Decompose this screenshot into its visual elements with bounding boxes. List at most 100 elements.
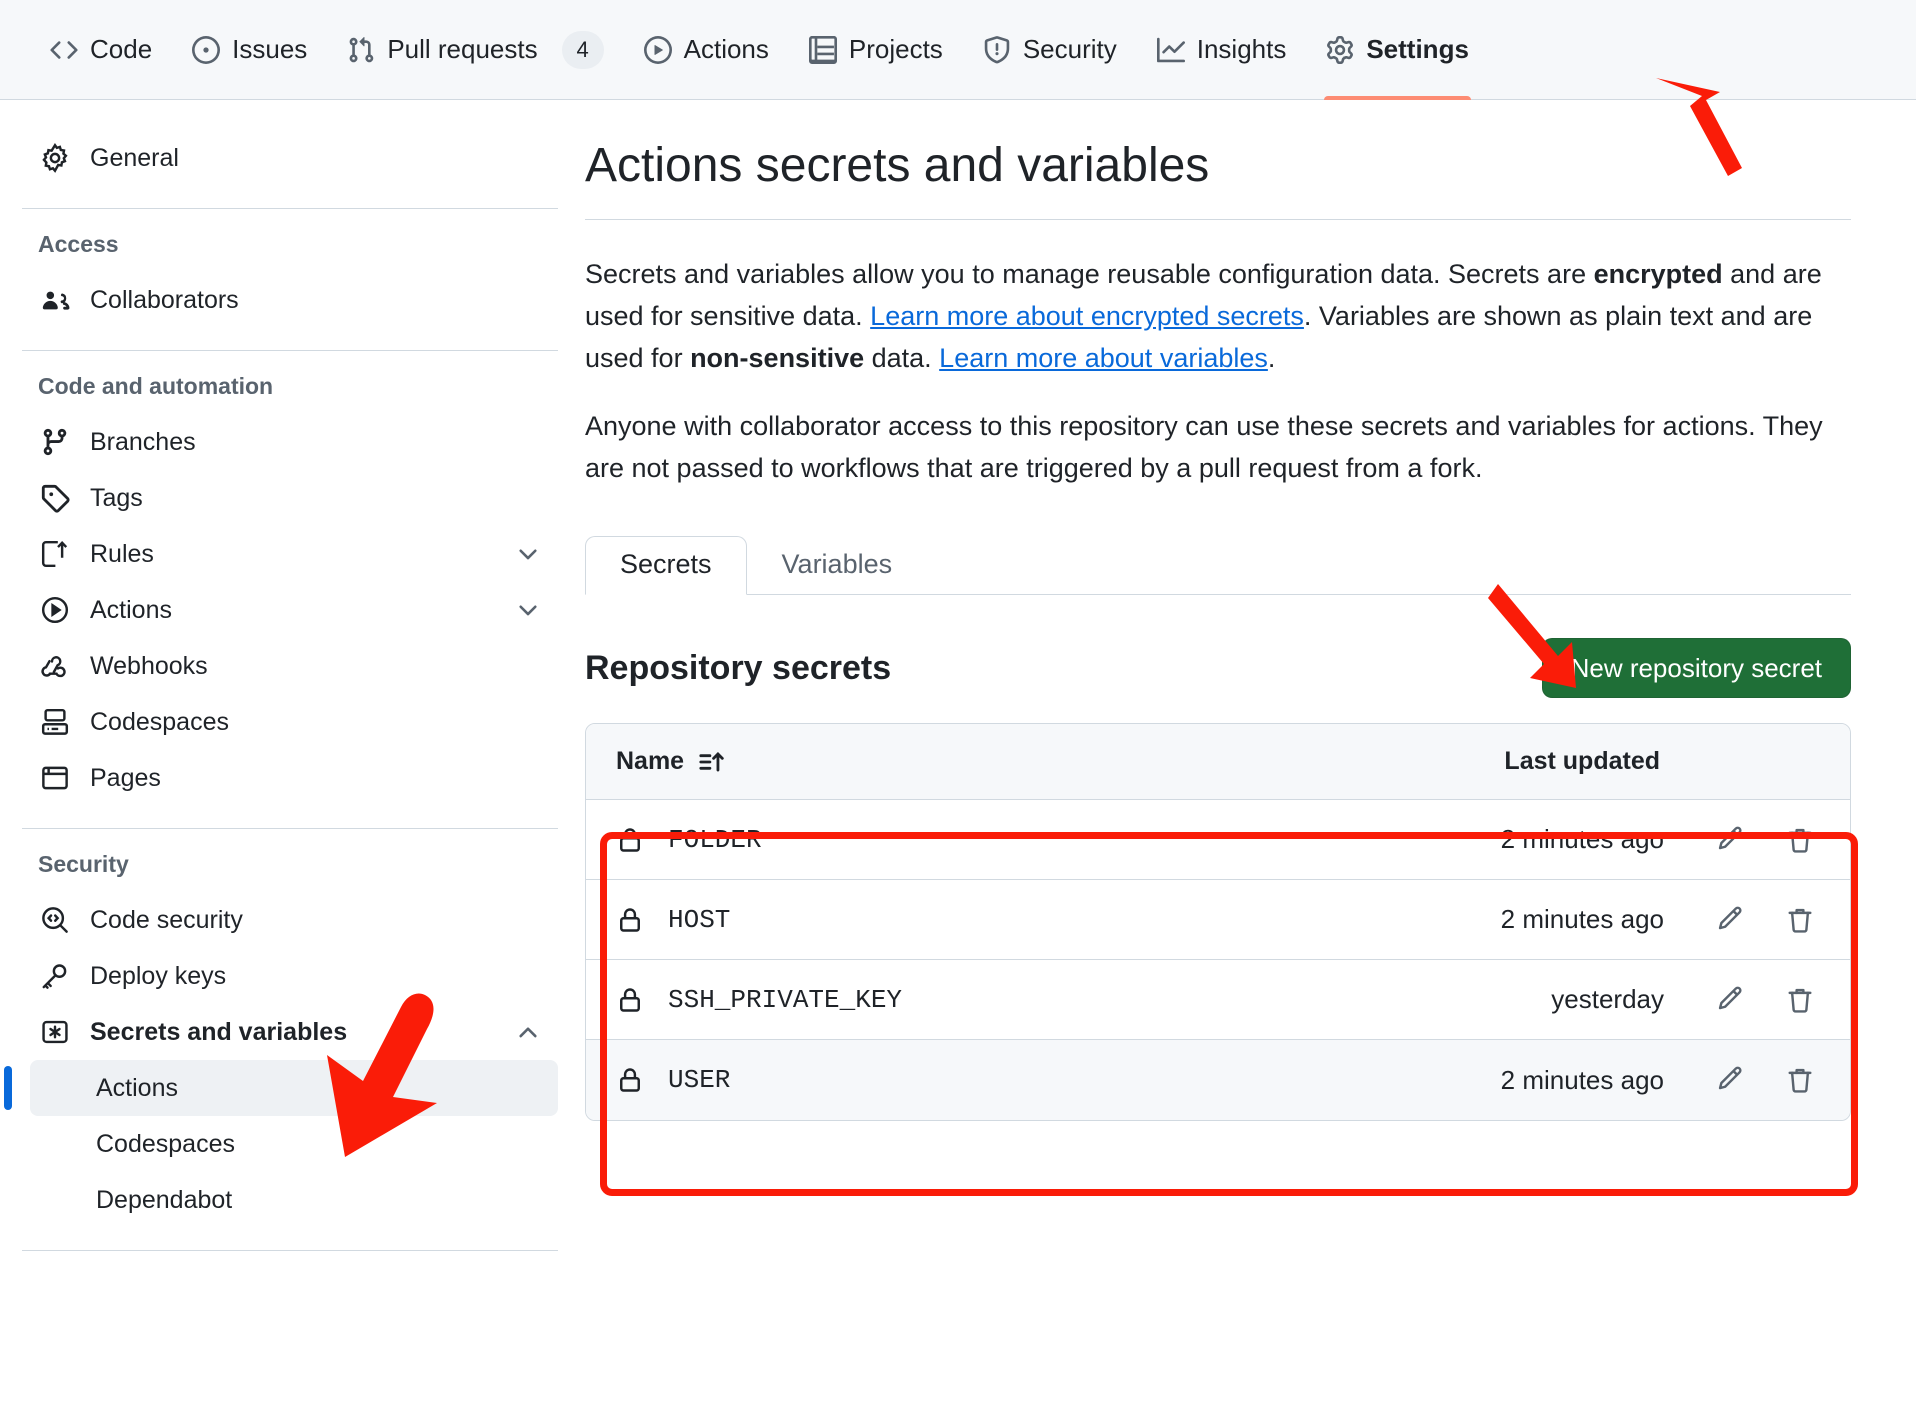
sidebar-subitem-label: Dependabot bbox=[96, 1185, 233, 1214]
new-repository-secret-button[interactable]: New repository secret bbox=[1541, 638, 1851, 699]
settings-sidebar: General Access Collaborators Code and au… bbox=[0, 100, 580, 1426]
secret-name: HOST bbox=[668, 904, 731, 935]
nav-item-settings[interactable]: Settings bbox=[1306, 0, 1489, 100]
sidebar-item-deploy-keys[interactable]: Deploy keys bbox=[22, 948, 558, 1004]
sidebar-item-label: Codespaces bbox=[90, 707, 229, 736]
section-title: Repository secrets bbox=[585, 648, 892, 687]
sort-asc-icon[interactable] bbox=[698, 748, 726, 776]
nav-item-projects[interactable]: Projects bbox=[789, 0, 963, 100]
nav-item-label: Actions bbox=[683, 34, 769, 64]
row-actions bbox=[1710, 900, 1820, 940]
graph-icon bbox=[1156, 36, 1185, 64]
sidebar-item-actions[interactable]: Actions bbox=[22, 582, 558, 638]
nav-item-issues[interactable]: Issues bbox=[172, 0, 327, 100]
table-icon bbox=[808, 35, 837, 64]
secrets-table-header: Name Last updated bbox=[586, 724, 1850, 801]
sidebar-item-collaborators[interactable]: Collaborators bbox=[22, 272, 558, 328]
trash-icon[interactable] bbox=[1780, 820, 1820, 860]
secrets-variables-tabbar: Secrets Variables bbox=[585, 533, 1851, 596]
sidebar-item-tags[interactable]: Tags bbox=[22, 470, 558, 526]
sidebar-item-rules[interactable]: Rules bbox=[22, 526, 558, 582]
desc-bold-encrypted: encrypted bbox=[1593, 259, 1723, 290]
main-content: Actions secrets and variables Secrets an… bbox=[585, 100, 1916, 1426]
sidebar-item-webhooks[interactable]: Webhooks bbox=[22, 638, 558, 694]
secret-last-updated: 2 minutes ago bbox=[1500, 1064, 1664, 1095]
sidebar-item-label: Secrets and variables bbox=[90, 1017, 348, 1046]
column-header-label: Name bbox=[616, 747, 685, 776]
learn-more-encrypted-secrets-link[interactable]: Learn more about encrypted secrets bbox=[870, 301, 1304, 331]
chevron-down-icon[interactable] bbox=[514, 596, 542, 624]
secret-last-updated: 2 minutes ago bbox=[1500, 824, 1664, 855]
nav-item-security[interactable]: Security bbox=[963, 0, 1137, 100]
issue-opened-icon bbox=[192, 35, 221, 64]
desc-bold-non-sensitive: non-sensitive bbox=[690, 342, 865, 373]
description-paragraph-2: Anyone with collaborator access to this … bbox=[585, 410, 1823, 483]
table-row[interactable]: HOST 2 minutes ago bbox=[586, 880, 1850, 961]
table-row[interactable]: USER 2 minutes ago bbox=[586, 1040, 1850, 1121]
table-row[interactable]: SSH_PRIVATE_KEY yesterday bbox=[586, 960, 1850, 1041]
tag-icon bbox=[38, 481, 72, 515]
nav-item-pull-requests[interactable]: Pull requests 4 bbox=[327, 0, 623, 100]
shield-icon bbox=[983, 35, 1011, 64]
tab-secrets[interactable]: Secrets bbox=[585, 536, 747, 596]
nav-item-label: Issues bbox=[232, 34, 308, 64]
nav-item-insights[interactable]: Insights bbox=[1137, 0, 1307, 100]
gear-icon bbox=[1326, 35, 1354, 64]
row-actions bbox=[1710, 1060, 1820, 1100]
pencil-icon[interactable] bbox=[1710, 900, 1750, 940]
sidebar-subitem-dependabot[interactable]: Dependabot bbox=[30, 1172, 558, 1228]
sidebar-subitem-actions[interactable]: Actions bbox=[4, 1060, 558, 1116]
lock-icon bbox=[616, 1064, 648, 1096]
sidebar-item-label: General bbox=[90, 143, 179, 172]
secrets-table: Name Last updated FOLDER 2 minutes ago H… bbox=[585, 723, 1851, 1122]
row-actions bbox=[1710, 820, 1820, 860]
column-header-name[interactable]: Name bbox=[616, 747, 1420, 776]
chevron-down-icon[interactable] bbox=[514, 540, 542, 568]
active-tab-underline bbox=[1324, 95, 1471, 100]
codespaces-icon bbox=[38, 705, 72, 739]
play-icon bbox=[643, 35, 672, 64]
lock-icon bbox=[616, 904, 648, 936]
desc-text-1: Secrets and variables allow you to manag… bbox=[585, 259, 1594, 290]
column-header-last-updated: Last updated bbox=[1504, 747, 1660, 776]
sidebar-divider bbox=[22, 208, 558, 209]
pencil-icon[interactable] bbox=[1710, 980, 1750, 1020]
nav-item-actions[interactable]: Actions bbox=[624, 0, 789, 100]
page-title: Actions secrets and variables bbox=[585, 139, 1210, 192]
sidebar-item-label: Tags bbox=[90, 483, 143, 512]
repository-secrets-header-row: Repository secrets New repository secret bbox=[585, 635, 1851, 701]
sidebar-subitem-label: Codespaces bbox=[96, 1129, 235, 1158]
trash-icon[interactable] bbox=[1780, 1060, 1820, 1100]
play-icon bbox=[38, 593, 72, 627]
sidebar-item-general[interactable]: General bbox=[22, 130, 558, 186]
nav-item-label: Projects bbox=[848, 34, 943, 64]
sidebar-item-branches[interactable]: Branches bbox=[22, 414, 558, 470]
tab-variables[interactable]: Variables bbox=[747, 536, 928, 595]
row-actions bbox=[1710, 980, 1820, 1020]
trash-icon[interactable] bbox=[1780, 980, 1820, 1020]
asterisk-icon bbox=[38, 1015, 72, 1049]
desc-text-4: data. bbox=[864, 342, 940, 373]
pencil-icon[interactable] bbox=[1710, 820, 1750, 860]
sidebar-item-codespaces[interactable]: Codespaces bbox=[22, 694, 558, 750]
secret-name: FOLDER bbox=[668, 824, 762, 855]
table-row[interactable]: FOLDER 2 minutes ago bbox=[586, 800, 1850, 881]
desc-text-5: . bbox=[1267, 342, 1276, 373]
sidebar-item-code-security[interactable]: Code security bbox=[22, 892, 558, 948]
lock-icon bbox=[616, 984, 648, 1016]
sidebar-divider bbox=[22, 828, 558, 829]
secret-last-updated: yesterday bbox=[1551, 984, 1664, 1015]
pencil-icon[interactable] bbox=[1710, 1060, 1750, 1100]
nav-item-code[interactable]: Code bbox=[30, 0, 172, 100]
chevron-up-icon[interactable] bbox=[514, 1018, 542, 1046]
learn-more-variables-link[interactable]: Learn more about variables bbox=[939, 343, 1268, 373]
secret-name: SSH_PRIVATE_KEY bbox=[668, 984, 903, 1015]
sidebar-item-secrets-and-variables[interactable]: Secrets and variables bbox=[22, 1004, 558, 1060]
sidebar-item-pages[interactable]: Pages bbox=[22, 750, 558, 806]
sidebar-item-label: Pages bbox=[90, 763, 161, 792]
trash-icon[interactable] bbox=[1780, 900, 1820, 940]
sidebar-subitem-codespaces[interactable]: Codespaces bbox=[30, 1116, 558, 1172]
secret-last-updated: 2 minutes ago bbox=[1500, 904, 1664, 935]
git-pull-request-icon bbox=[347, 36, 375, 64]
lock-icon bbox=[616, 824, 648, 856]
